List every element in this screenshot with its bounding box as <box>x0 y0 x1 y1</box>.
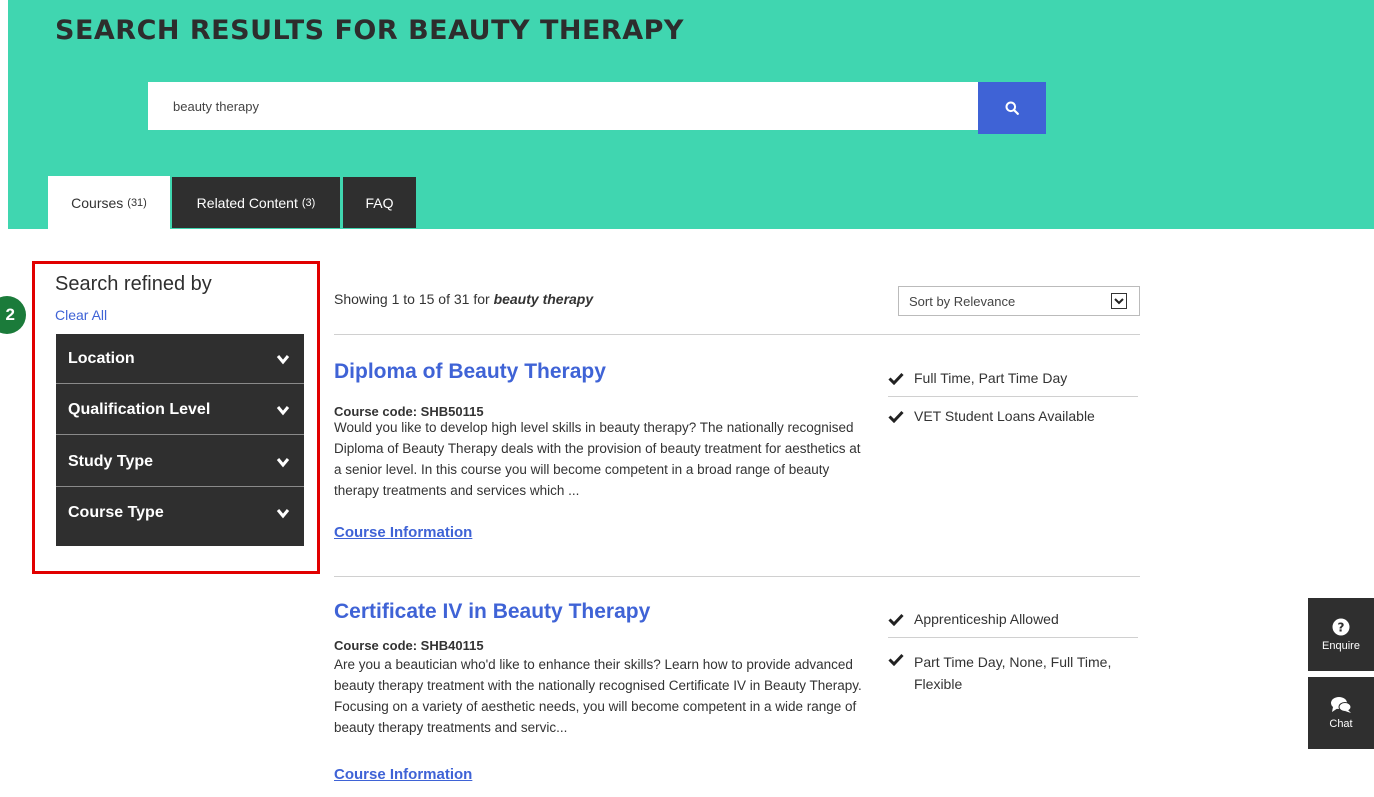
course-description: Would you like to develop high level ski… <box>334 420 861 498</box>
course-title-link[interactable]: Diploma of Beauty Therapy <box>334 360 606 384</box>
course-code: Course code: SHB40115 <box>334 638 484 653</box>
feature-text: Part Time Day, None, Full Time, Flexible <box>914 654 1112 692</box>
feature-text: Full Time, Part Time Day <box>914 370 1068 386</box>
tab-related-content[interactable]: Related Content (3) <box>171 176 341 229</box>
checkmark-icon <box>888 410 904 423</box>
filter-label: Study Type <box>68 452 154 470</box>
filter-label: Course Type <box>68 504 164 521</box>
chevron-down-icon <box>276 405 290 415</box>
feature-text: VET Student Loans Available <box>914 408 1095 424</box>
filter-label: Location <box>68 349 135 367</box>
dropdown-arrow-icon <box>1111 293 1127 309</box>
results-summary: Showing 1 to 15 of 31 for beauty therapy <box>334 291 593 307</box>
chevron-down-icon <box>276 457 290 467</box>
chat-label: Chat <box>1329 718 1353 730</box>
tab-related-count: (3) <box>301 196 316 209</box>
tab-faq[interactable]: FAQ <box>342 176 417 229</box>
checkmark-icon <box>888 653 904 666</box>
filter-location[interactable]: Location <box>56 334 304 384</box>
course-feature: Full Time, Part Time Day <box>888 370 1138 386</box>
enquire-label: Enquire <box>1322 639 1360 652</box>
tab-courses-label: Courses <box>71 194 124 211</box>
chevron-down-icon <box>276 509 290 519</box>
svg-text:?: ? <box>1338 620 1345 634</box>
course-information-link[interactable]: Course Information <box>334 766 472 783</box>
filter-label: Qualification Level <box>68 400 211 418</box>
tab-courses[interactable]: Courses (31) <box>48 176 170 229</box>
filter-course-type[interactable]: Course Type <box>56 488 304 538</box>
chat-button[interactable]: Chat <box>1308 677 1374 749</box>
enquire-button[interactable]: ? Enquire <box>1308 598 1374 671</box>
results-count-text: Showing 1 to 15 of 31 for <box>334 291 494 307</box>
tab-courses-count: (31) <box>127 196 147 209</box>
course-information-link[interactable]: Course Information <box>334 524 472 541</box>
annotation-step-badge: 2 <box>0 296 26 334</box>
divider <box>334 576 1140 577</box>
tab-related-label: Related Content <box>196 194 298 211</box>
clear-all-link[interactable]: Clear All <box>55 307 107 323</box>
page-title: SEARCH RESULTS FOR BEAUTY THERAPY <box>55 15 684 46</box>
divider <box>334 334 1140 335</box>
results-query: beauty therapy <box>493 291 594 307</box>
sort-selected-value: Sort by Relevance <box>909 293 1016 309</box>
course-feature: VET Student Loans Available <box>888 408 1138 424</box>
filter-qualification-level[interactable]: Qualification Level <box>56 385 304 435</box>
tab-faq-label: FAQ <box>365 194 394 211</box>
filter-panel: Location Qualification Level Study Type … <box>56 334 304 546</box>
sort-select[interactable]: Sort by Relevance <box>898 286 1140 316</box>
checkmark-icon <box>888 372 904 385</box>
feature-text: Apprenticeship Allowed <box>914 611 1059 627</box>
feature-divider <box>888 637 1138 638</box>
course-title-link[interactable]: Certificate IV in Beauty Therapy <box>334 600 650 624</box>
search-icon <box>1005 101 1019 115</box>
feature-divider <box>888 396 1138 397</box>
checkmark-icon <box>888 613 904 626</box>
search-button[interactable] <box>978 82 1046 134</box>
chevron-down-icon <box>276 354 290 364</box>
course-feature: Apprenticeship Allowed <box>888 611 1138 627</box>
course-description: Are you a beautician who'd like to enhan… <box>334 657 862 735</box>
chat-bubbles-icon <box>1331 697 1352 713</box>
filter-study-type[interactable]: Study Type <box>56 437 304 487</box>
question-circle-icon: ? <box>1332 618 1350 635</box>
search-input[interactable] <box>148 82 978 130</box>
sidebar-title: Search refined by <box>55 273 212 295</box>
course-feature: Part Time Day, None, Full Time, Flexible <box>888 651 1138 695</box>
